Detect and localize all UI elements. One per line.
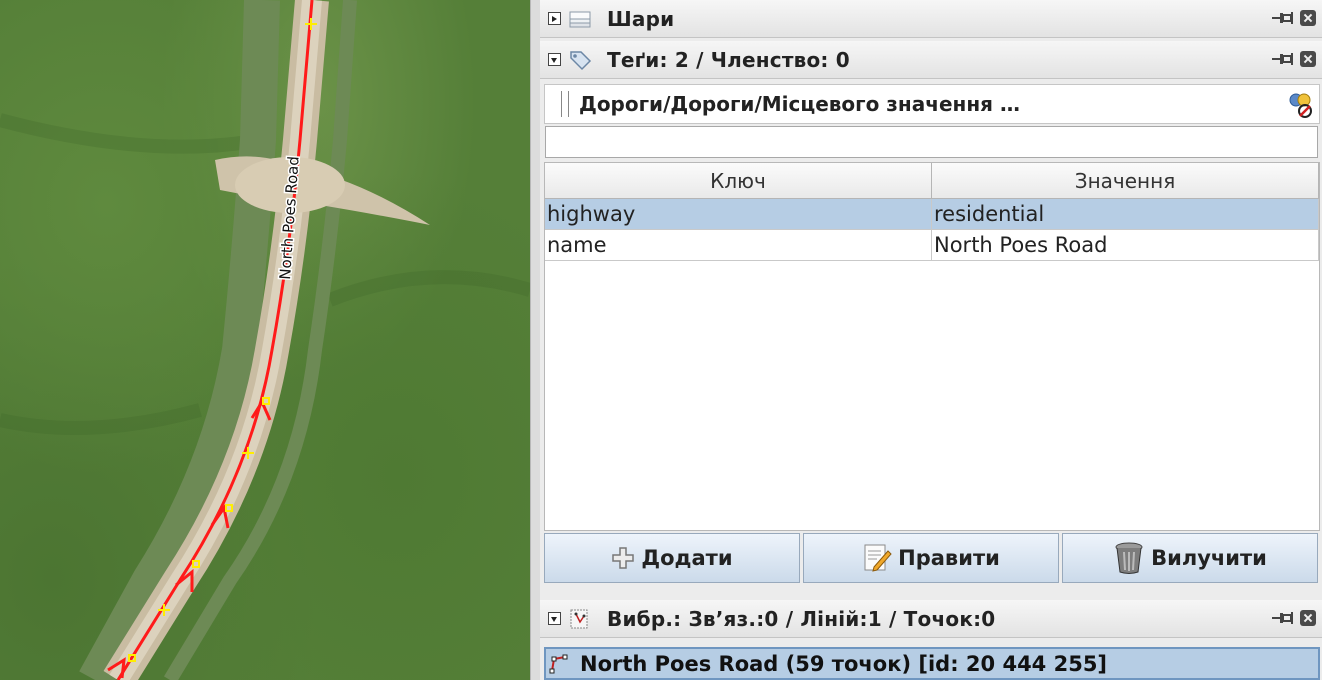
- collapse-toggle-icon[interactable]: [548, 53, 561, 66]
- pin-icon[interactable]: [1272, 610, 1294, 626]
- tag-key-cell[interactable]: name: [545, 230, 932, 261]
- tags-dialog-title: Теґи: 2 / Членство: 0: [607, 47, 850, 72]
- tag-value-cell[interactable]: North Poes Road: [932, 230, 1319, 261]
- tag-icon: [570, 50, 592, 70]
- tag-actions-toolbar: Додати Правити Вилучити: [544, 533, 1322, 585]
- tags-dialog-titlebar[interactable]: Теґи: 2 / Членство: 0: [540, 41, 1322, 79]
- selected-way-label: North Poes Road (59 точок) [id: 20 444 2…: [580, 651, 1108, 676]
- plus-icon: [612, 547, 635, 569]
- edit-button[interactable]: Правити: [803, 533, 1059, 583]
- add-button[interactable]: Додати: [544, 533, 800, 583]
- selection-icon: [570, 609, 588, 628]
- preset-search-icon[interactable]: [1285, 90, 1315, 120]
- way-icon: [549, 654, 568, 673]
- tag-filter-input[interactable]: [545, 126, 1318, 158]
- preset-name[interactable]: Дороги/Дороги/Місцевого значення …: [579, 92, 1020, 116]
- pin-icon[interactable]: [1272, 51, 1294, 67]
- list-item[interactable]: North Poes Road (59 точок) [id: 20 444 2…: [544, 647, 1320, 680]
- tag-value-cell[interactable]: residential: [932, 199, 1319, 230]
- preset-bar[interactable]: Дороги/Дороги/Місцевого значення …: [544, 84, 1320, 124]
- collapse-toggle-icon[interactable]: [548, 612, 561, 625]
- map-canvas[interactable]: North Poes Road: [0, 0, 530, 680]
- delete-button-label: Вилучити: [1151, 546, 1267, 570]
- table-row[interactable]: name North Poes Road: [545, 230, 1319, 261]
- layers-dialog-title: Шари: [607, 6, 675, 31]
- grip-handle-icon: [561, 91, 569, 117]
- trash-can-icon: [1115, 542, 1143, 574]
- close-icon[interactable]: [1300, 10, 1316, 26]
- delete-button[interactable]: Вилучити: [1062, 533, 1318, 583]
- table-header: Ключ Значення: [545, 163, 1319, 199]
- tag-table[interactable]: Ключ Значення highway residential name N…: [544, 162, 1320, 531]
- expand-toggle-icon[interactable]: [548, 12, 561, 25]
- layers-dialog-titlebar[interactable]: Шари: [540, 0, 1322, 38]
- column-header-key[interactable]: Ключ: [545, 163, 932, 199]
- add-button-label: Додати: [641, 546, 733, 570]
- close-icon[interactable]: [1300, 610, 1316, 626]
- tag-key-cell[interactable]: highway: [545, 199, 932, 230]
- layers-icon: [569, 11, 591, 27]
- pin-icon[interactable]: [1272, 10, 1294, 26]
- side-panel: Шари Теґи: 2 / Членство: 0 Дороги/Дороги…: [540, 0, 1322, 680]
- close-icon[interactable]: [1300, 51, 1316, 67]
- selection-dialog-titlebar[interactable]: Вибр.: Зв’яз.:0 / Ліній:1 / Точок:0: [540, 600, 1322, 638]
- column-header-value[interactable]: Значення: [932, 163, 1319, 199]
- edit-button-label: Правити: [898, 546, 1000, 570]
- map-view[interactable]: North Poes Road: [0, 0, 530, 680]
- table-row[interactable]: highway residential: [545, 199, 1319, 230]
- selection-dialog-title: Вибр.: Зв’яз.:0 / Ліній:1 / Точок:0: [607, 606, 996, 631]
- pencil-note-icon: [864, 544, 892, 572]
